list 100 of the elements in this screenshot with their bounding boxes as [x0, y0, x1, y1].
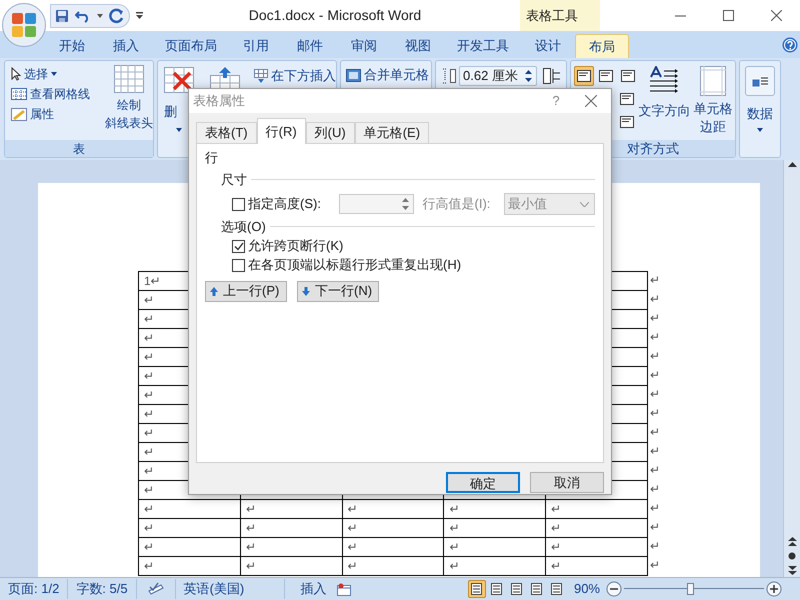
table-cell-mark: ↵ [348, 502, 358, 516]
row-height-icon [442, 68, 456, 84]
table-cell-mark: ↵ [348, 520, 358, 534]
dialog-tab[interactable]: 行(R) [256, 118, 306, 144]
previous-row-button[interactable]: 上一行(P) [205, 280, 287, 302]
table-cell-mark: ↵ [449, 520, 460, 534]
insert-below-button[interactable]: 在下方插入 [254, 67, 336, 85]
next-page-icon[interactable] [788, 566, 796, 575]
down-arrow-icon [302, 286, 310, 296]
next-row-button[interactable]: 下一行(N) [297, 280, 379, 302]
ribbon-tab[interactable]: 开始 [45, 34, 99, 58]
draw-diagonal-header-button[interactable]: 绘制 斜线表头 [106, 65, 152, 140]
text-direction-button[interactable]: 文字方向 [639, 66, 690, 140]
ribbon-tab[interactable]: 开发工具 [445, 34, 521, 58]
table-cell-mark: ↵ [144, 482, 154, 496]
zoom-level[interactable]: 90% [574, 579, 600, 599]
table-cell-mark: ↵ [551, 558, 562, 572]
table-cell-mark: ↵ [551, 520, 562, 534]
delete-table-icon[interactable] [164, 67, 194, 93]
select-button[interactable]: 选择 [11, 65, 106, 83]
ribbon-tab[interactable]: 布局 [575, 34, 629, 58]
chevron-down-icon [580, 202, 589, 207]
spin-icon[interactable] [525, 70, 532, 82]
word-count[interactable]: 字数: 5/5 [68, 579, 137, 599]
page-indicator[interactable]: 页面: 1/2 [0, 579, 68, 599]
save-icon[interactable] [55, 8, 69, 22]
ribbon-tab[interactable]: 引用 [229, 34, 283, 58]
grid-icon [11, 88, 27, 100]
browse-object-icon[interactable] [788, 552, 796, 560]
macro-record-icon[interactable] [336, 582, 351, 596]
ribbon-tab[interactable]: 审阅 [337, 34, 391, 58]
maximize-icon[interactable] [722, 10, 734, 21]
end-of-row-mark: ↵ [650, 349, 660, 363]
vertical-scrollbar[interactable] [783, 160, 800, 577]
previous-page-icon[interactable] [788, 537, 796, 546]
checkbox-label: 在各页顶端以标题行形式重复出现(H) [248, 256, 462, 274]
distribute-rows-icon[interactable] [543, 68, 560, 84]
end-of-row-mark: ↵ [650, 368, 660, 382]
section-heading: 尺寸 [221, 170, 247, 188]
dialog-tab[interactable]: 单元格(E) [354, 122, 430, 143]
end-of-row-mark: ↵ [650, 387, 660, 401]
minimize-icon[interactable] [674, 14, 686, 16]
align-button[interactable] [574, 66, 594, 86]
caret-icon [176, 128, 182, 132]
checkbox-label: 指定高度(S): [248, 195, 322, 214]
close-icon[interactable] [770, 10, 782, 21]
cell-margins-button[interactable]: 单元格 边距 [691, 66, 735, 140]
help-icon[interactable] [782, 37, 798, 53]
ribbon-tab[interactable]: 页面布局 [153, 34, 229, 58]
delete-button[interactable]: 删 [164, 102, 177, 122]
contextual-tab-label: 表格工具 [520, 0, 600, 31]
table-cell-mark: ↵ [449, 502, 460, 516]
row-height-field[interactable]: 0.62 厘米 [459, 66, 537, 86]
table-properties-icon [11, 108, 27, 120]
redo-icon[interactable] [109, 8, 125, 24]
merge-cells-button[interactable]: 合并单元格 [346, 66, 431, 84]
undo-icon[interactable] [75, 8, 91, 22]
end-of-row-mark: ↵ [650, 330, 660, 344]
table-cell-mark: ↵ [348, 558, 358, 572]
table-icon [114, 65, 144, 93]
table-cell-mark: ↵ [144, 426, 154, 440]
properties-button[interactable]: 属性 [11, 105, 106, 123]
ribbon-tab[interactable]: 视图 [391, 34, 445, 58]
table-cell-mark: ↵ [144, 350, 154, 364]
zoom-slider[interactable] [624, 581, 764, 597]
ok-button[interactable]: 确定 [446, 472, 520, 493]
end-of-row-mark: ↵ [650, 444, 660, 458]
checkbox[interactable] [232, 198, 245, 210]
gridlines-button[interactable]: 查看网格线 [11, 85, 106, 103]
table-cell-mark: ↵ [144, 502, 154, 516]
office-logo-icon [11, 12, 37, 38]
table-cell-mark: ↵ [246, 558, 256, 572]
checkbox[interactable] [232, 240, 245, 252]
ribbon-tab[interactable]: 设计 [521, 34, 575, 58]
caret-icon[interactable] [97, 14, 103, 18]
table-cell-mark: ↵ [144, 292, 154, 306]
data-button[interactable]: 数据 [744, 66, 776, 132]
insert-mode[interactable]: 插入 [284, 579, 337, 599]
caret-icon [51, 72, 57, 76]
language-indicator[interactable]: 英语(美国) [174, 579, 285, 599]
table-cell-mark: ↵ [144, 464, 154, 478]
dialog-tab[interactable]: 列(U) [306, 122, 355, 143]
cancel-button[interactable]: 取消 [530, 472, 604, 493]
zoom-in-icon[interactable] [766, 581, 782, 597]
dialog-tab[interactable]: 表格(T) [196, 122, 257, 143]
slider-thumb[interactable] [686, 583, 694, 595]
zoom-out-icon[interactable] [606, 581, 622, 597]
data-icon [752, 75, 768, 87]
view-button[interactable] [468, 580, 486, 598]
up-arrow-icon [210, 286, 218, 296]
dialog-title: 表格属性 [193, 92, 246, 110]
checkbox[interactable] [232, 258, 245, 272]
ribbon-tab[interactable]: 插入 [99, 34, 153, 58]
window-title: Doc1.docx - Microsoft Word [248, 6, 422, 25]
close-icon[interactable] [585, 95, 597, 107]
caret-icon [757, 128, 763, 132]
scroll-up-icon[interactable] [788, 162, 796, 167]
proofing-icon[interactable] [146, 582, 165, 596]
ribbon-tab[interactable]: 邮件 [283, 34, 337, 58]
customize-toolbar-icon[interactable] [136, 12, 143, 20]
